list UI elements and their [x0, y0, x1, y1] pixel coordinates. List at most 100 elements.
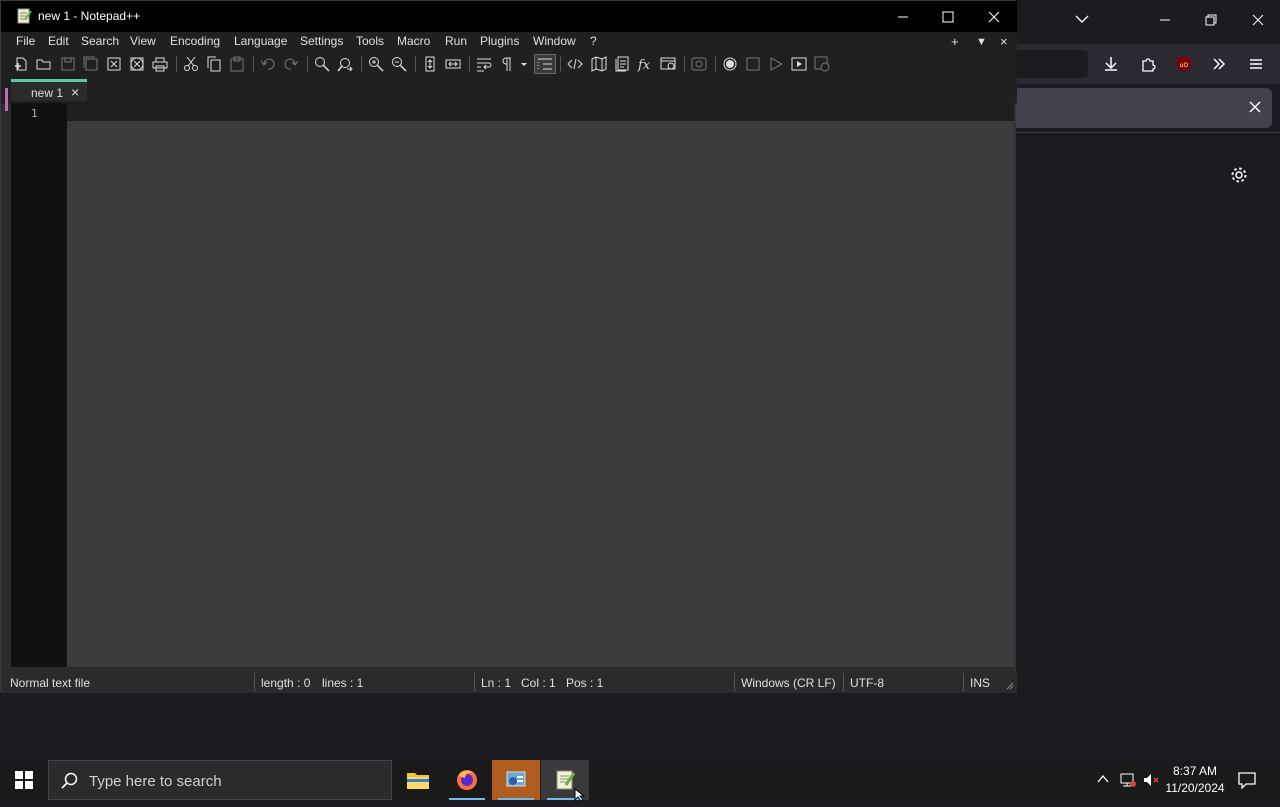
- close-all-icon[interactable]: [129, 56, 145, 72]
- tab-list-dropdown-icon[interactable]: ▼: [976, 36, 987, 48]
- menu-edit[interactable]: Edit: [48, 34, 69, 48]
- close-notification-icon[interactable]: [1245, 100, 1265, 114]
- user-defined-lang-icon[interactable]: [567, 56, 583, 72]
- ublock-icon[interactable]: uO: [1174, 55, 1194, 73]
- zoom-out-icon[interactable]: [391, 56, 407, 72]
- function-list-icon[interactable]: fx: [637, 56, 653, 72]
- menu-settings[interactable]: Settings: [300, 34, 343, 48]
- downloads-icon[interactable]: [1101, 56, 1121, 72]
- close-tab-x-icon[interactable]: ×: [1000, 34, 1008, 49]
- toolbar-separator: [684, 56, 685, 72]
- save-all-icon[interactable]: [83, 56, 99, 72]
- firefox-taskbar-button[interactable]: [443, 760, 491, 800]
- macro-play-icon[interactable]: [768, 56, 784, 72]
- menu-bar: File Edit Search View Encoding Language …: [1, 32, 1017, 52]
- status-encoding[interactable]: UTF-8: [850, 676, 884, 690]
- tab-close-icon[interactable]: ×: [71, 84, 79, 100]
- start-button[interactable]: [0, 760, 48, 800]
- file-explorer-button[interactable]: [394, 760, 442, 800]
- status-col: Col : 1: [521, 676, 556, 690]
- close-file-icon[interactable]: [106, 56, 122, 72]
- settings-gear-icon[interactable]: [1229, 166, 1249, 184]
- network-icon[interactable]: [1118, 772, 1136, 791]
- macro-stop-icon[interactable]: [745, 56, 761, 72]
- folder-workspace-icon[interactable]: [660, 56, 676, 72]
- sync-vertical-icon[interactable]: [422, 56, 438, 72]
- extensions-icon[interactable]: [1138, 56, 1158, 72]
- new-tab-plus-icon[interactable]: +: [951, 34, 959, 49]
- action-center-icon[interactable]: [1238, 771, 1256, 792]
- document-map-icon[interactable]: [591, 56, 607, 72]
- menu-run[interactable]: Run: [445, 34, 467, 48]
- system-clock[interactable]: 8:37 AM 11/20/2024: [1160, 763, 1230, 797]
- paste-icon[interactable]: [229, 56, 245, 72]
- find-icon[interactable]: [314, 56, 330, 72]
- windows-logo-icon: [15, 771, 33, 789]
- menu-file[interactable]: File: [16, 34, 35, 48]
- close-button[interactable]: [971, 1, 1017, 32]
- firefox-content: [1016, 132, 1280, 760]
- restore-icon[interactable]: [1201, 14, 1221, 26]
- cut-icon[interactable]: [183, 56, 199, 72]
- minimize-icon[interactable]: [1155, 14, 1175, 26]
- minimize-button[interactable]: [880, 1, 926, 32]
- taskbar-search-box[interactable]: Type here to search: [48, 760, 392, 800]
- toolbar-separator: [307, 56, 308, 72]
- hamburger-menu-icon[interactable]: [1246, 56, 1266, 72]
- monitoring-icon[interactable]: [691, 56, 707, 72]
- control-panel-taskbar-button[interactable]: [492, 760, 540, 800]
- menu-macro[interactable]: Macro: [397, 34, 430, 48]
- menu-help[interactable]: ?: [590, 34, 597, 48]
- window-title: new 1 - Notepad++: [38, 9, 141, 23]
- toolbar-separator: [560, 56, 561, 72]
- macro-record-icon[interactable]: [722, 56, 738, 72]
- print-icon[interactable]: [152, 56, 168, 72]
- tab-bar: new 1 ×: [1, 76, 1017, 111]
- save-icon[interactable]: [60, 56, 76, 72]
- open-file-icon[interactable]: [36, 56, 52, 72]
- copy-icon[interactable]: [206, 56, 222, 72]
- editor-area[interactable]: 1: [11, 103, 1014, 667]
- mouse-cursor: [574, 787, 586, 807]
- zoom-in-icon[interactable]: [368, 56, 384, 72]
- firefox-url-bar[interactable]: [1016, 50, 1088, 78]
- status-ln: Ln : 1: [481, 676, 512, 690]
- menu-tools[interactable]: Tools: [356, 34, 384, 48]
- macro-save-icon[interactable]: [814, 56, 830, 72]
- status-pos: Pos : 1: [566, 676, 604, 690]
- menu-language[interactable]: Language: [234, 34, 287, 48]
- menu-encoding[interactable]: Encoding: [170, 34, 220, 48]
- close-icon[interactable]: [1248, 14, 1268, 26]
- show-all-chars-icon[interactable]: [499, 56, 515, 72]
- status-eol[interactable]: Windows (CR LF): [741, 676, 836, 690]
- resize-grip-icon[interactable]: [1004, 679, 1014, 693]
- titlebar: new 1 - Notepad++: [1, 1, 1017, 32]
- maximize-button[interactable]: [925, 1, 971, 32]
- redo-icon[interactable]: [283, 56, 299, 72]
- tab-list-icon[interactable]: [1072, 14, 1092, 24]
- menu-view[interactable]: View: [130, 34, 156, 48]
- show-hidden-icons-chevron-icon[interactable]: [1096, 772, 1110, 789]
- document-list-icon[interactable]: [614, 56, 630, 72]
- overflow-menu-icon[interactable]: [1209, 56, 1229, 72]
- word-wrap-icon[interactable]: [476, 56, 492, 72]
- status-ins-mode[interactable]: INS: [970, 676, 990, 690]
- menu-plugins[interactable]: Plugins: [480, 34, 519, 48]
- volume-muted-icon[interactable]: [1142, 772, 1160, 791]
- search-placeholder: Type here to search: [89, 773, 222, 790]
- dropdown-arrow-icon[interactable]: [519, 56, 535, 72]
- status-separator: [843, 673, 844, 691]
- current-line[interactable]: [67, 104, 1014, 121]
- new-file-icon[interactable]: [13, 56, 29, 72]
- undo-icon[interactable]: [260, 56, 276, 72]
- tab-new-1[interactable]: new 1 ×: [11, 79, 87, 101]
- toolbar: fx: [1, 52, 1017, 76]
- text-area[interactable]: [67, 121, 1014, 667]
- replace-icon[interactable]: [337, 56, 353, 72]
- macro-run-multiple-icon[interactable]: [791, 56, 807, 72]
- sync-horizontal-icon[interactable]: [445, 56, 461, 72]
- menu-search[interactable]: Search: [81, 34, 119, 48]
- toolbar-separator: [469, 56, 470, 72]
- indent-guide-icon[interactable]: [534, 54, 556, 74]
- menu-window[interactable]: Window: [533, 34, 576, 48]
